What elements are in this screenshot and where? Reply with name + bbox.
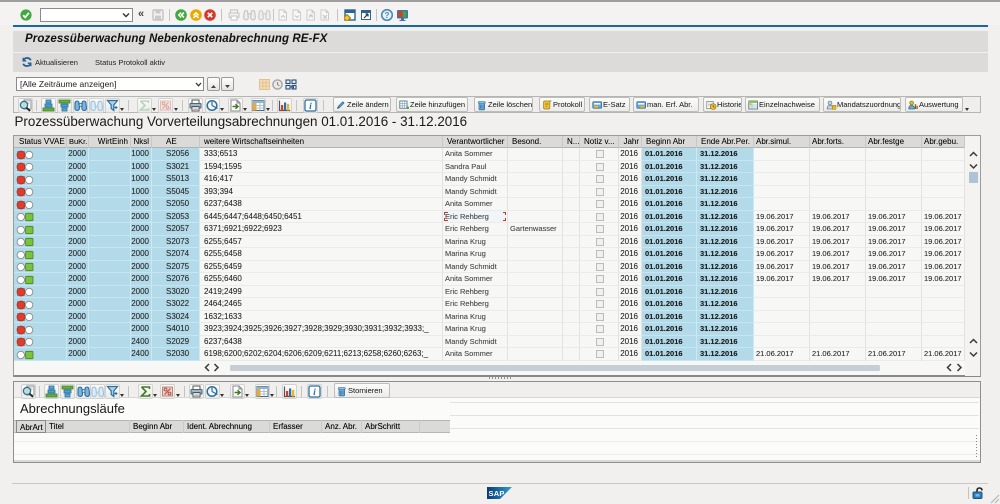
svg-text:i: i — [313, 388, 316, 398]
svg-text:i: i — [309, 102, 312, 112]
svg-text:?: ? — [385, 11, 390, 20]
svg-text:SAP: SAP — [489, 489, 505, 498]
